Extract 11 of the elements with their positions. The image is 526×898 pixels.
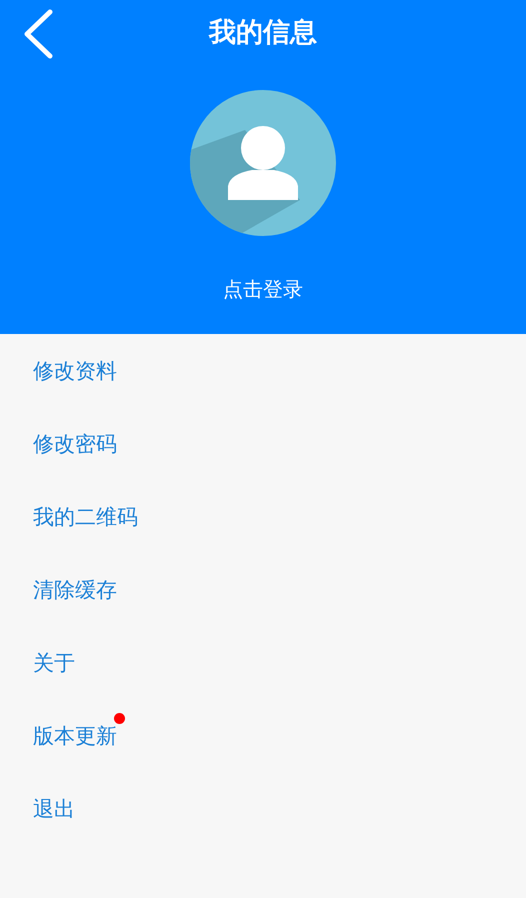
avatar-icon[interactable]	[190, 90, 336, 236]
menu-item[interactable]: 退出	[33, 794, 75, 822]
menu-item[interactable]: 关于	[33, 648, 75, 676]
page-title: 我的信息	[209, 16, 317, 50]
menu-item[interactable]: 清除缓存	[33, 576, 117, 604]
back-icon	[22, 9, 54, 59]
menu-item[interactable]: 版本更新	[33, 722, 117, 750]
menu-item[interactable]: 修改密码	[33, 430, 117, 458]
login-link[interactable]: 点击登录	[223, 276, 303, 302]
menu-item[interactable]: 修改资料	[33, 356, 117, 384]
menu-item[interactable]: 我的二维码	[33, 502, 138, 530]
